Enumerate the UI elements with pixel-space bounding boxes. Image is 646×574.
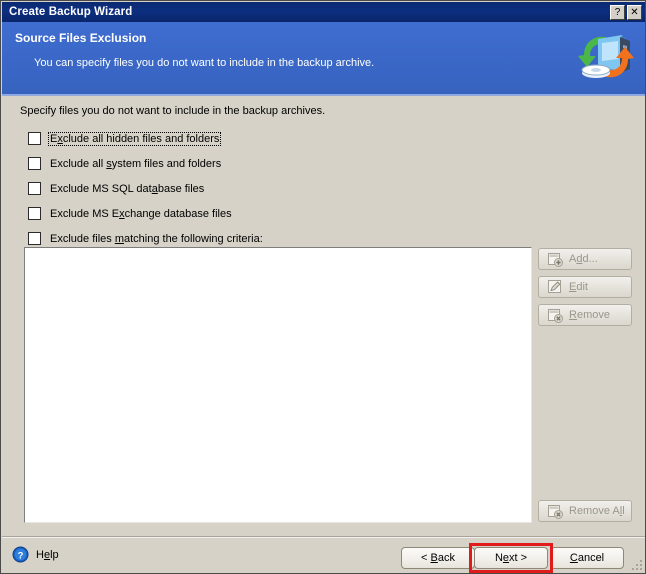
add-button-label: Add...: [569, 253, 598, 265]
checkbox-label-exclude-matching-criteria: Exclude files matching the following cri…: [50, 232, 263, 245]
back-button[interactable]: < Back: [401, 547, 475, 569]
add-button[interactable]: Add...: [538, 248, 632, 270]
checkbox-row-system-files[interactable]: Exclude all system files and folders: [28, 151, 265, 176]
backup-wizard-icon: [578, 35, 634, 78]
page-subtitle: You can specify files you do not want to…: [34, 57, 375, 69]
exclusion-checkbox-group: Exclude all hidden files and folders Exc…: [28, 126, 265, 251]
checkbox-exclude-matching-criteria[interactable]: [28, 232, 41, 245]
remove-icon: [548, 309, 563, 323]
edit-button-label: Edit: [569, 281, 588, 293]
add-icon: [548, 253, 563, 267]
title-bar: Create Backup Wizard ? ✕: [2, 2, 645, 22]
edit-button[interactable]: Edit: [538, 276, 632, 298]
edit-pencil-icon: [548, 280, 561, 293]
checkbox-exclude-system-files[interactable]: [28, 157, 41, 170]
remove-all-button-label: Remove All: [569, 505, 625, 517]
checkbox-exclude-hidden-files[interactable]: [28, 132, 41, 145]
help-titlebar-button[interactable]: ?: [610, 4, 625, 20]
checkbox-row-msexchange-files[interactable]: Exclude MS Exchange database files: [28, 201, 265, 226]
svg-text:?: ?: [18, 550, 24, 561]
wizard-header-banner: Source Files Exclusion You can specify f…: [2, 22, 645, 94]
checkbox-exclude-msexchange-database-files[interactable]: [28, 207, 41, 220]
title-bar-buttons: ? ✕: [610, 4, 642, 20]
remove-button[interactable]: Remove: [538, 304, 632, 326]
checkbox-label-exclude-system-files: Exclude all system files and folders: [50, 157, 222, 170]
checkbox-row-hidden-files[interactable]: Exclude all hidden files and folders: [28, 126, 265, 151]
checkbox-label-exclude-msexchange-database-files: Exclude MS Exchange database files: [50, 207, 232, 220]
cancel-button[interactable]: Cancel: [550, 547, 624, 569]
checkbox-label-exclude-mssql-database-files: Exclude MS SQL database files: [50, 182, 205, 195]
close-icon[interactable]: ✕: [627, 4, 642, 20]
create-backup-wizard-window: Create Backup Wizard ? ✕ Source Files Ex…: [0, 0, 646, 574]
help-link-label: Help: [36, 548, 59, 561]
instruction-text: Specify files you do not want to include…: [20, 105, 326, 117]
next-button[interactable]: Next >: [474, 547, 548, 569]
footer-separator-highlight: [2, 537, 645, 538]
window-title: Create Backup Wizard: [9, 6, 133, 18]
help-link[interactable]: ? Help: [12, 546, 59, 563]
criteria-listbox[interactable]: [24, 247, 532, 523]
remove-all-icon: [548, 505, 563, 519]
checkbox-label-exclude-hidden-files: Exclude all hidden files and folders: [48, 131, 222, 146]
remove-button-label: Remove: [569, 309, 610, 321]
checkbox-exclude-mssql-database-files[interactable]: [28, 182, 41, 195]
help-question-icon: ?: [12, 546, 29, 563]
resize-grip-icon[interactable]: [630, 558, 644, 572]
remove-all-button[interactable]: Remove All: [538, 500, 632, 522]
checkbox-row-mssql-files[interactable]: Exclude MS SQL database files: [28, 176, 265, 201]
page-title: Source Files Exclusion: [15, 31, 147, 45]
wizard-body: Specify files you do not want to include…: [2, 96, 645, 536]
